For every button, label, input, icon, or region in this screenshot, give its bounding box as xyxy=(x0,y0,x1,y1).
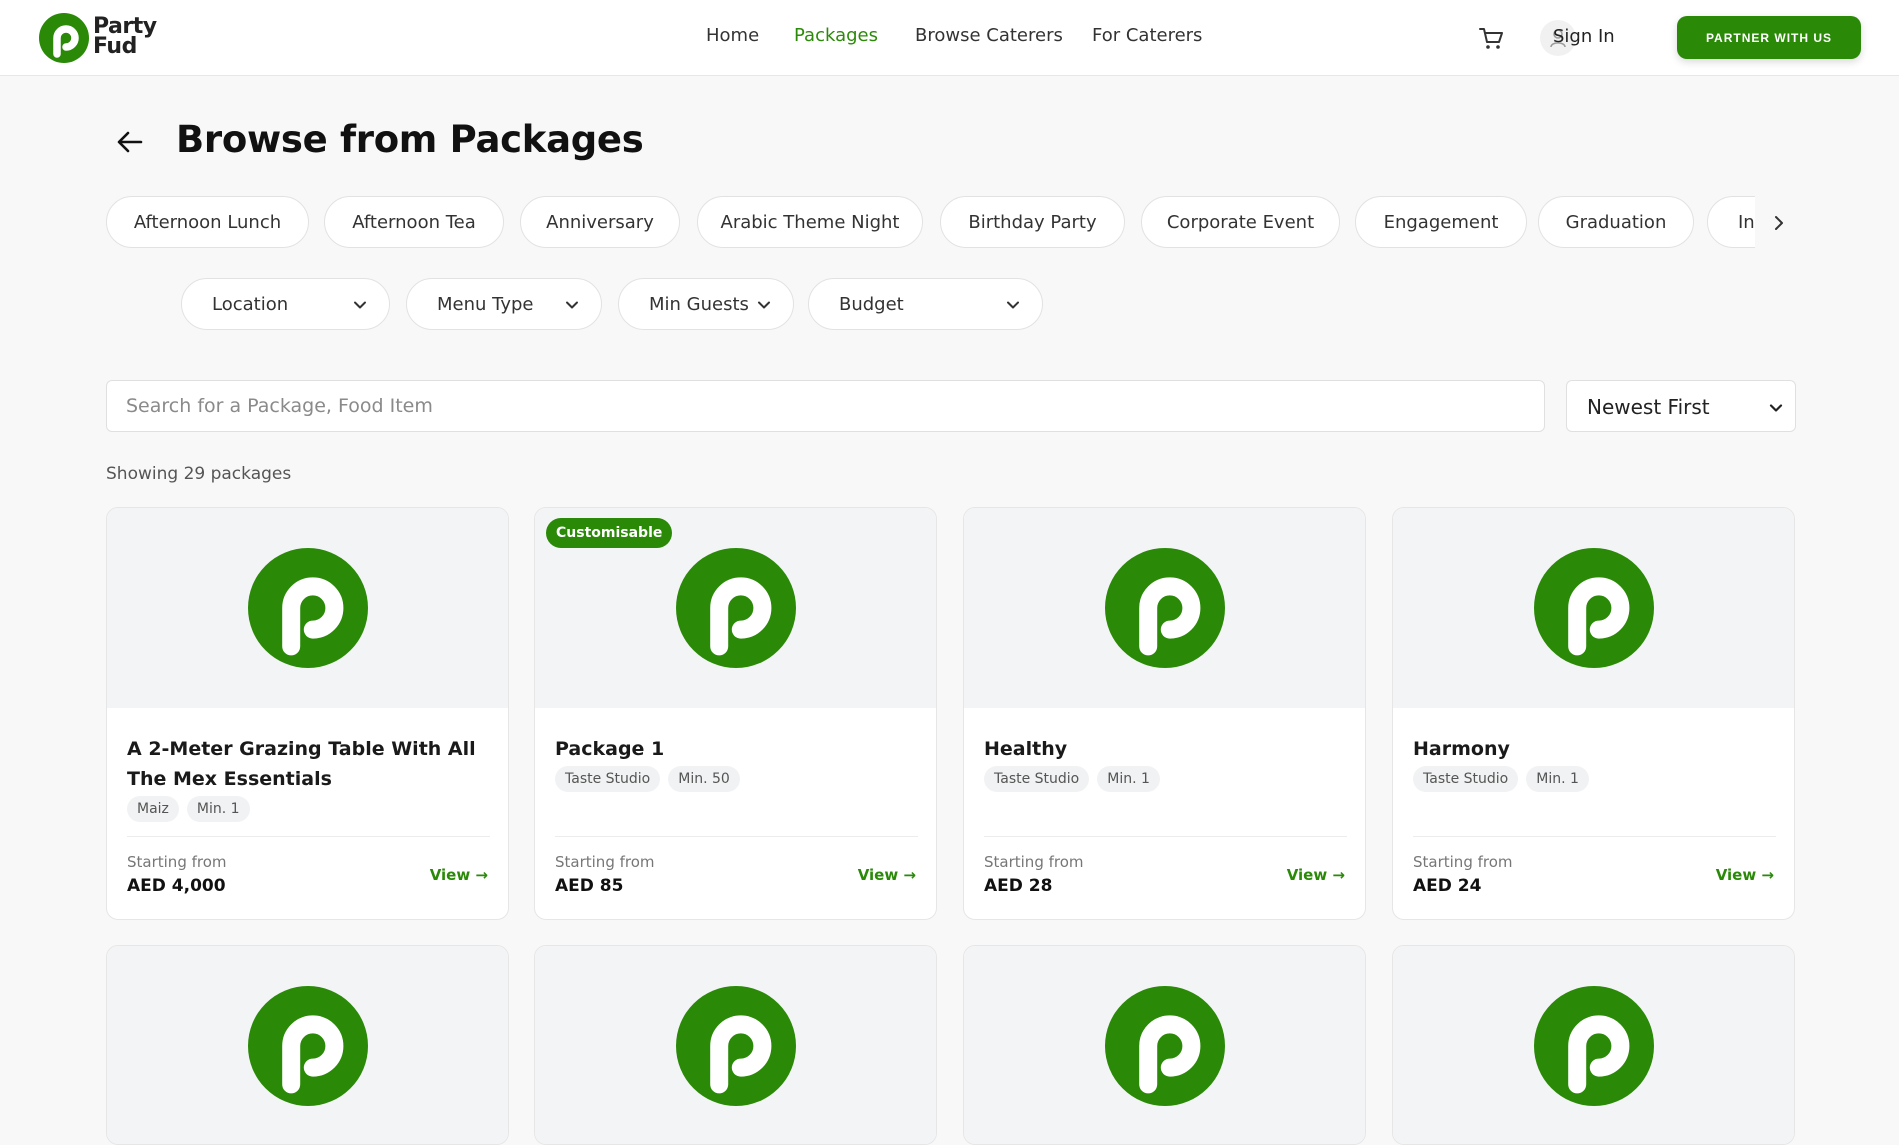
category-chip[interactable]: Afternoon Lunch xyxy=(106,196,309,248)
partyfud-logo-icon xyxy=(1534,986,1654,1106)
package-card[interactable]: Harmony Taste Studio Min. 1 Starting from… xyxy=(1392,507,1795,920)
arrow-left-icon[interactable] xyxy=(114,126,146,158)
chevron-down-icon xyxy=(1007,301,1019,309)
category-chip[interactable]: Engagement xyxy=(1355,196,1527,248)
partyfud-logo-icon xyxy=(248,548,368,668)
package-card[interactable]: A 2-Meter Grazing Table With All The Mex… xyxy=(106,507,509,920)
package-card[interactable]: Customisable Package 1 Taste Studio Min. … xyxy=(534,507,937,920)
package-title: Harmony xyxy=(1413,738,1510,760)
partyfud-logo-icon xyxy=(248,986,368,1106)
category-chips: Afternoon Lunch Afternoon Tea Anniversar… xyxy=(106,196,1755,249)
view-link[interactable]: View → xyxy=(430,866,488,884)
chevron-down-icon xyxy=(566,301,578,309)
partyfud-logo-icon xyxy=(1105,548,1225,668)
category-chip[interactable]: Anniversary xyxy=(520,196,680,248)
package-title: Package 1 xyxy=(555,738,665,760)
nav-browse-caterers[interactable]: Browse Caterers xyxy=(915,25,1063,46)
category-chip[interactable]: Corporate Event xyxy=(1141,196,1340,248)
top-navbar: Party Fud Home Packages Browse Caterers … xyxy=(0,0,1899,76)
filter-label: Menu Type xyxy=(437,294,534,315)
starting-from-label: Starting from xyxy=(984,853,1084,871)
package-tags: Maiz Min. 1 xyxy=(127,796,258,822)
card-divider xyxy=(1413,836,1776,837)
package-image-placeholder xyxy=(964,946,1365,1144)
min-guests-tag: Min. 1 xyxy=(186,796,250,822)
partyfud-logo-icon xyxy=(1534,548,1654,668)
starting-from-label: Starting from xyxy=(1413,853,1513,871)
partyfud-logo-icon xyxy=(676,548,796,668)
view-link[interactable]: View → xyxy=(858,866,916,884)
sort-selected-value: Newest First xyxy=(1587,395,1710,419)
nav-for-caterers[interactable]: For Caterers xyxy=(1092,25,1202,46)
min-guests-filter[interactable]: Min Guests xyxy=(618,278,794,330)
search-input[interactable] xyxy=(106,380,1545,432)
starting-from-label: Starting from xyxy=(127,853,227,871)
package-card[interactable] xyxy=(106,945,509,1145)
cart-icon[interactable] xyxy=(1477,24,1505,52)
starting-from-label: Starting from xyxy=(555,853,655,871)
card-divider xyxy=(555,836,918,837)
package-tags: Taste Studio Min. 1 xyxy=(984,766,1168,792)
package-image-placeholder xyxy=(1393,946,1794,1144)
caterer-tag: Maiz xyxy=(127,796,179,822)
package-image-placeholder: Customisable xyxy=(535,508,936,708)
package-title: A 2-Meter Grazing Table With All The Mex… xyxy=(127,738,476,790)
customisable-badge: Customisable xyxy=(546,518,673,548)
package-image-placeholder xyxy=(107,508,508,708)
card-divider xyxy=(984,836,1347,837)
results-count: Showing 29 packages xyxy=(106,464,292,484)
package-card[interactable]: Healthy Taste Studio Min. 1 Starting from… xyxy=(963,507,1366,920)
view-link[interactable]: View → xyxy=(1716,866,1774,884)
package-price: AED 85 xyxy=(555,876,624,896)
nav-home[interactable]: Home xyxy=(706,25,759,46)
location-filter[interactable]: Location xyxy=(181,278,390,330)
min-guests-tag: Min. 1 xyxy=(1526,766,1589,792)
chevron-down-icon xyxy=(354,301,366,309)
filter-label: Location xyxy=(212,294,289,315)
package-tags: Taste Studio Min. 1 xyxy=(1413,766,1597,792)
nav-packages[interactable]: Packages xyxy=(794,25,878,46)
package-card[interactable] xyxy=(534,945,937,1145)
sign-in-link[interactable]: Sign In xyxy=(1553,26,1615,47)
package-price: AED 24 xyxy=(1413,876,1482,896)
chevron-down-icon xyxy=(1769,404,1783,412)
filter-label: Min Guests xyxy=(649,294,749,315)
caterer-tag: Taste Studio xyxy=(555,766,661,792)
partyfud-logo-icon xyxy=(676,986,796,1106)
package-image-placeholder xyxy=(107,946,508,1144)
card-divider xyxy=(127,836,490,837)
filter-label: Budget xyxy=(839,294,904,315)
sort-select[interactable]: Newest First xyxy=(1566,380,1796,432)
category-chip[interactable]: In xyxy=(1707,196,1755,248)
package-price: AED 28 xyxy=(984,876,1053,896)
category-chip[interactable]: Birthday Party xyxy=(940,196,1125,248)
package-image-placeholder xyxy=(535,946,936,1144)
partyfud-logo-icon xyxy=(1105,986,1225,1106)
package-price: AED 4,000 xyxy=(127,876,226,896)
partner-with-us-button[interactable]: PARTNER WITH US xyxy=(1677,16,1861,59)
package-image-placeholder xyxy=(964,508,1365,708)
caterer-tag: Taste Studio xyxy=(984,766,1090,792)
package-image-placeholder xyxy=(1393,508,1794,708)
min-guests-tag: Min. 1 xyxy=(1097,766,1160,792)
budget-filter[interactable]: Budget xyxy=(808,278,1043,330)
category-chip[interactable]: Arabic Theme Night xyxy=(697,196,923,248)
chevron-right-icon[interactable] xyxy=(1768,212,1790,234)
min-guests-tag: Min. 50 xyxy=(668,766,740,792)
page-title: Browse from Packages xyxy=(176,118,644,161)
view-link[interactable]: View → xyxy=(1287,866,1345,884)
package-title: Healthy xyxy=(984,738,1068,760)
package-tags: Taste Studio Min. 50 xyxy=(555,766,748,792)
chevron-down-icon xyxy=(758,301,770,309)
category-chip[interactable]: Afternoon Tea xyxy=(324,196,504,248)
package-card[interactable] xyxy=(1392,945,1795,1145)
package-card[interactable] xyxy=(963,945,1366,1145)
category-chip[interactable]: Graduation xyxy=(1538,196,1694,248)
caterer-tag: Taste Studio xyxy=(1413,766,1519,792)
menu-type-filter[interactable]: Menu Type xyxy=(406,278,602,330)
